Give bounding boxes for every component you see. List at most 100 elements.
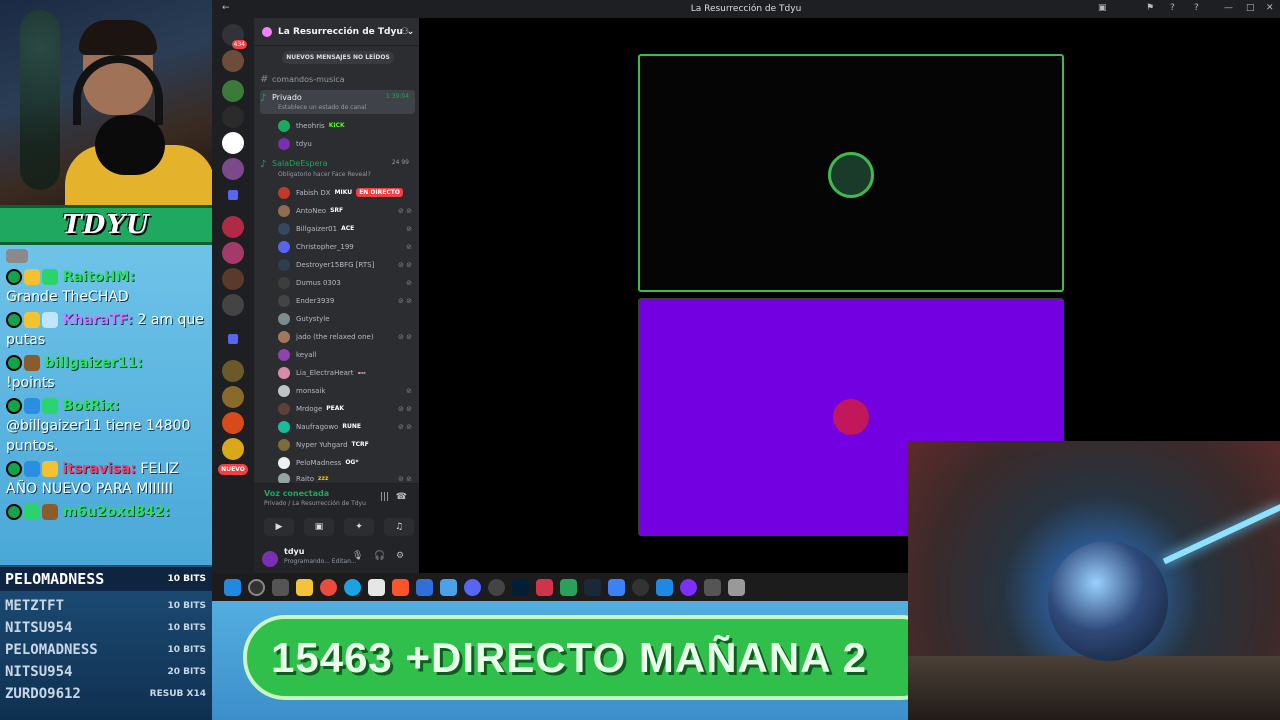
server-icon[interactable] xyxy=(222,216,244,238)
voice-user[interactable]: Ender3939 ⊘ ⊘ xyxy=(278,292,418,309)
avatar xyxy=(278,348,290,361)
photoshop-icon[interactable] xyxy=(512,578,529,596)
voice-user[interactable]: Lia_ElectraHeart ₐₙₑ xyxy=(278,364,418,381)
call-tile-speaking[interactable] xyxy=(638,54,1064,292)
voice-connection-panel: Voz conectada Privado / La Resurrección … xyxy=(254,483,419,543)
windows-start-icon[interactable] xyxy=(224,578,241,596)
vscode-icon[interactable] xyxy=(656,578,673,596)
app-icon[interactable] xyxy=(536,578,553,596)
muted-icon: ⊘ ⊘ xyxy=(398,260,412,269)
avatar xyxy=(278,240,290,253)
server-icon[interactable] xyxy=(222,50,244,72)
notepad-icon[interactable] xyxy=(368,578,385,596)
voice-user[interactable]: Mrdoge PEAK ⊘ ⊘ xyxy=(278,400,418,417)
brave-icon[interactable] xyxy=(392,578,409,596)
chat-username: itsravisa: xyxy=(62,461,136,477)
soundboard-button[interactable]: ♫ xyxy=(384,518,414,536)
mic-icon[interactable]: 🎙 xyxy=(352,551,363,561)
question-icon[interactable]: ? xyxy=(1194,3,1199,13)
voice-user[interactable]: jado (the relaxed one) ⊘ ⊘ xyxy=(278,328,418,345)
calculator-icon[interactable] xyxy=(440,578,457,596)
settings-gear-icon[interactable]: ⚙ xyxy=(396,551,404,561)
bits-amount: 10 BITS xyxy=(167,601,207,611)
server-icon[interactable] xyxy=(222,80,244,102)
server-header[interactable]: La Resurrección de Tdyu ⌄ ⚇ xyxy=(254,18,419,46)
maximize-icon[interactable]: □ xyxy=(1246,3,1255,13)
noise-suppression-icon[interactable]: ||| xyxy=(380,492,389,502)
server-icon[interactable] xyxy=(222,360,244,382)
new-servers-badge[interactable]: NUEVO xyxy=(218,464,248,475)
server-icon[interactable] xyxy=(222,294,244,316)
voice-user[interactable]: Naufragowo RUNE ⊘ ⊘ xyxy=(278,418,418,435)
server-icon[interactable] xyxy=(222,132,244,154)
headphones-icon[interactable]: 🎧 xyxy=(374,551,385,561)
server-name: La Resurrección de Tdyu xyxy=(278,26,403,37)
voice-user[interactable]: PeloMadness OG* xyxy=(278,454,418,471)
server-icon[interactable] xyxy=(222,268,244,290)
voice-user[interactable]: monsaik ⊘ xyxy=(278,382,418,399)
app-icon[interactable] xyxy=(728,578,745,596)
flag-icon[interactable]: ⚑ xyxy=(1146,3,1154,13)
app-icon[interactable] xyxy=(560,578,577,596)
voice-user[interactable]: Dumus 0303 ⊘ xyxy=(278,274,418,291)
voice-user[interactable]: Fabish DX MIKU EN DIRECTO xyxy=(278,184,418,201)
avatar xyxy=(278,384,290,397)
task-view-icon[interactable] xyxy=(272,578,289,596)
chat-username: billgaizer11: xyxy=(44,355,143,371)
disconnect-icon[interactable]: ☎ xyxy=(396,492,407,502)
camera-button[interactable]: ▶ xyxy=(264,518,294,536)
activities-button[interactable]: ✦ xyxy=(344,518,374,536)
app-icon[interactable] xyxy=(608,578,625,596)
voice-user[interactable]: Nyper Yuhgard TCRF xyxy=(278,436,418,453)
voice-user[interactable]: Billgaizer01 ACE ⊘ xyxy=(278,220,418,237)
new-messages-pill[interactable]: NUEVOS MENSAJES NO LEÍDOS xyxy=(282,51,394,64)
mod-badge-icon xyxy=(6,312,22,328)
obs-icon[interactable] xyxy=(632,578,649,596)
terminal-icon[interactable] xyxy=(704,578,721,596)
server-icon[interactable] xyxy=(222,106,244,128)
chrome-icon[interactable] xyxy=(320,578,337,596)
server-icon[interactable] xyxy=(222,412,244,434)
gift-badge-icon xyxy=(42,504,58,520)
sword-badge-icon xyxy=(24,461,40,477)
voice-user[interactable]: keyall xyxy=(278,346,418,363)
channel-privado[interactable]: ♪ Privado 1:39:04 Establece un estado de… xyxy=(260,90,415,114)
voice-user[interactable]: Christopher_199 ⊘ xyxy=(278,238,418,255)
voice-user[interactable]: tdyu xyxy=(278,135,418,152)
file-explorer-icon[interactable] xyxy=(296,578,313,596)
screen-share-button[interactable]: ▣ xyxy=(304,518,334,536)
voice-user[interactable]: theohris KICK xyxy=(278,117,418,134)
inbox-icon[interactable]: ▣ xyxy=(1098,3,1107,13)
user-avatar[interactable] xyxy=(262,551,278,567)
avatar xyxy=(278,294,290,307)
photos-icon[interactable] xyxy=(416,578,433,596)
avatar xyxy=(278,119,290,132)
voice-user[interactable]: Destroyer15BFG [RTS] ⊘ ⊘ xyxy=(278,256,418,273)
folder-icon[interactable] xyxy=(228,334,238,344)
channel-saladeespera[interactable]: ♪ SalaDeEspera 24 99 Obligatorio hacer F… xyxy=(260,157,415,181)
clock-icon[interactable] xyxy=(488,578,505,596)
voice-user[interactable]: AntoNeo SRF ⊘ ⊘ xyxy=(278,202,418,219)
server-icon[interactable] xyxy=(222,438,244,460)
chat-text: !points xyxy=(6,375,55,391)
help-icon[interactable]: ? xyxy=(1170,3,1175,13)
home-discord-icon[interactable]: 434 xyxy=(222,24,247,49)
search-icon[interactable] xyxy=(248,578,265,596)
steam-icon[interactable] xyxy=(584,578,601,596)
server-icon[interactable] xyxy=(222,242,244,264)
edge-icon[interactable] xyxy=(344,578,361,596)
minimize-icon[interactable]: — xyxy=(1224,3,1233,13)
channel-comandos-musica[interactable]: # comandos-musica xyxy=(260,71,415,87)
streamer-webcam xyxy=(0,0,212,205)
server-icon[interactable] xyxy=(222,158,244,180)
ice-badge-icon xyxy=(42,312,58,328)
user-count: 24 99 xyxy=(391,159,409,166)
discord-icon[interactable] xyxy=(464,578,481,596)
avatar xyxy=(278,137,290,150)
add-friend-icon[interactable]: ⚇ xyxy=(401,27,409,37)
folder-icon[interactable] xyxy=(228,190,238,200)
voice-user[interactable]: Gutystyle xyxy=(278,310,418,327)
close-icon[interactable]: ✕ xyxy=(1266,3,1274,13)
app-icon[interactable] xyxy=(680,578,697,596)
server-icon[interactable] xyxy=(222,386,244,408)
